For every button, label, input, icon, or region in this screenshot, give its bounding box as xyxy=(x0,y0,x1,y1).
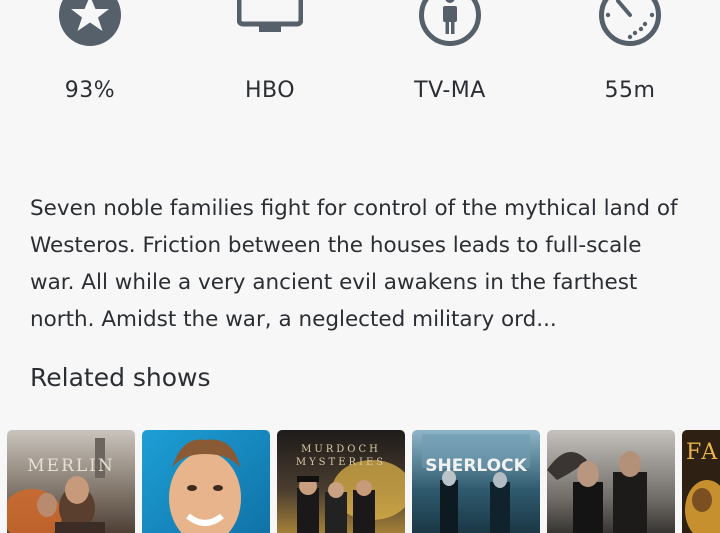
rating-value: TV-MA xyxy=(414,78,486,103)
poster-title: SHERLOCK xyxy=(425,456,527,476)
related-shows-heading: Related shows xyxy=(30,363,211,392)
related-show-poster[interactable] xyxy=(142,430,270,533)
show-description: Seven noble families fight for control o… xyxy=(30,195,678,332)
poster-sherlock-art xyxy=(412,430,540,533)
network-value: HBO xyxy=(244,78,296,103)
runtime-clock-icon xyxy=(599,0,661,46)
related-show-poster[interactable]: FA xyxy=(682,430,720,533)
related-show-poster[interactable]: MERLIN xyxy=(7,430,135,533)
score-value: 93% xyxy=(64,78,116,103)
poster-vampire-diaries-art xyxy=(547,430,675,533)
show-stats-row: 93% HBO TV-MA 55m xyxy=(0,0,720,130)
rating-person-icon xyxy=(419,0,481,46)
poster-title: FA xyxy=(686,440,720,465)
related-show-poster[interactable]: MURDOCH MYSTERIES xyxy=(277,430,405,533)
poster-merlin-art xyxy=(7,430,135,533)
poster-title: MERLIN xyxy=(27,456,115,476)
runtime-value: 55m xyxy=(604,78,656,103)
tv-icon xyxy=(237,0,303,32)
related-show-poster[interactable] xyxy=(547,430,675,533)
poster-dexter-art xyxy=(142,430,270,533)
related-show-poster[interactable]: SHERLOCK xyxy=(412,430,540,533)
poster-title-line2: MYSTERIES xyxy=(295,457,387,468)
star-icon xyxy=(59,0,121,46)
poster-title-line1: MURDOCH xyxy=(301,444,381,455)
related-shows-carousel[interactable]: MERLIN MURDOCH MYSTERIES SHERLOCK FA xyxy=(7,430,720,533)
